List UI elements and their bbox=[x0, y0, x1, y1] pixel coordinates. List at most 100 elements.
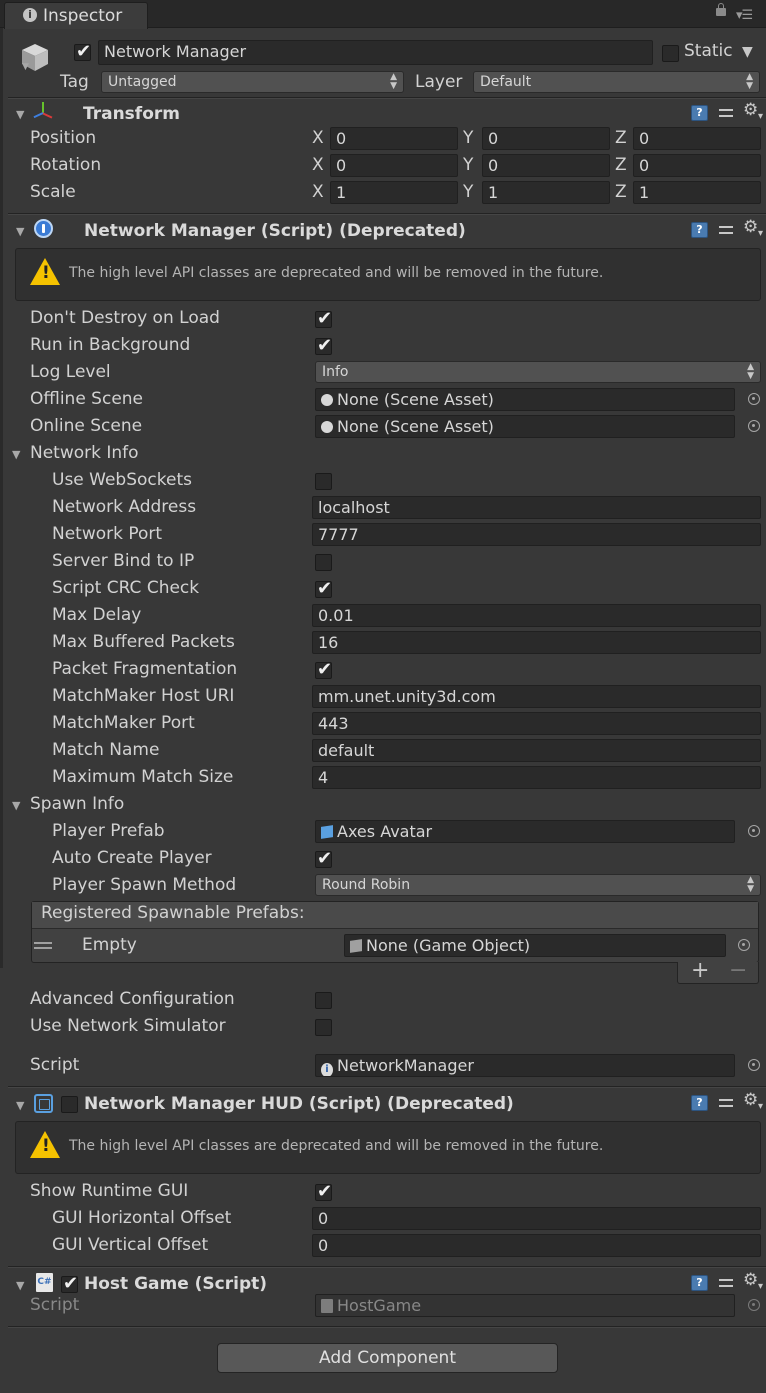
help-book-icon[interactable]: ? bbox=[691, 1275, 708, 1291]
preset-sliders-icon[interactable] bbox=[718, 1095, 734, 1111]
gear-icon[interactable]: ⚙ bbox=[743, 1090, 758, 1110]
rotation-x-label[interactable]: X bbox=[312, 155, 324, 175]
list-add-button[interactable]: + bbox=[691, 958, 709, 983]
network-address-label: Network Address bbox=[52, 497, 197, 517]
hud-foldout-icon[interactable]: ▼ bbox=[16, 1099, 24, 1112]
inspector-tab[interactable]: i Inspector bbox=[4, 2, 148, 29]
host-game-enabled-checkbox[interactable] bbox=[61, 1273, 78, 1294]
position-z-field[interactable]: 0 bbox=[633, 127, 761, 150]
network-manager-title: Network Manager (Script) (Deprecated) bbox=[84, 221, 466, 241]
add-component-button[interactable]: Add Component bbox=[217, 1343, 558, 1373]
rotation-x-field[interactable]: 0 bbox=[330, 154, 458, 177]
gameobject-icon-dropdown-icon[interactable]: ▼ bbox=[22, 62, 29, 72]
offline-scene-field[interactable]: None (Scene Asset) bbox=[315, 388, 735, 411]
max-delay-field[interactable]: 0.01 bbox=[312, 604, 761, 627]
use-websockets-checkbox[interactable] bbox=[315, 473, 332, 490]
object-picker-icon[interactable] bbox=[738, 939, 750, 951]
log-level-dropdown[interactable]: Info ▲ ▼ bbox=[315, 361, 761, 383]
position-x-field[interactable]: 0 bbox=[330, 127, 458, 150]
object-picker-icon[interactable] bbox=[748, 420, 760, 432]
position-y-label[interactable]: Y bbox=[463, 128, 473, 148]
advanced-config-checkbox[interactable] bbox=[315, 992, 332, 1009]
dont-destroy-checkbox[interactable] bbox=[315, 308, 332, 329]
position-y-field[interactable]: 0 bbox=[482, 127, 610, 150]
rotation-z-label[interactable]: Z bbox=[615, 155, 627, 175]
tag-dropdown[interactable]: Untagged ▲ ▼ bbox=[101, 71, 404, 93]
host-game-script-field: HostGame bbox=[315, 1294, 735, 1317]
spawn-info-label[interactable]: Spawn Info bbox=[30, 794, 124, 814]
scale-y-label[interactable]: Y bbox=[463, 182, 473, 202]
transform-foldout-icon[interactable]: ▼ bbox=[16, 108, 24, 121]
player-prefab-value: Axes Avatar bbox=[337, 822, 433, 841]
script-crc-checkbox[interactable] bbox=[315, 578, 332, 599]
position-z-label[interactable]: Z bbox=[615, 128, 627, 148]
network-manager-foldout-icon[interactable]: ▼ bbox=[16, 225, 24, 238]
static-checkbox[interactable] bbox=[662, 45, 679, 62]
player-prefab-field[interactable]: Axes Avatar bbox=[315, 820, 735, 843]
list-remove-button[interactable]: − bbox=[729, 958, 747, 983]
gui-v-offset-label: GUI Vertical Offset bbox=[52, 1235, 209, 1255]
network-info-label[interactable]: Network Info bbox=[30, 443, 139, 463]
show-runtime-gui-checkbox[interactable] bbox=[315, 1181, 332, 1202]
rotation-z-field[interactable]: 0 bbox=[633, 154, 761, 177]
gear-dropdown-icon[interactable]: ▾ bbox=[758, 1101, 763, 1112]
matchmaker-host-field[interactable]: mm.unet.unity3d.com bbox=[312, 685, 761, 708]
gear-dropdown-icon[interactable]: ▾ bbox=[758, 111, 763, 122]
rotation-y-field[interactable]: 0 bbox=[482, 154, 610, 177]
matchmaker-port-field[interactable]: 443 bbox=[312, 712, 761, 735]
gear-icon[interactable]: ⚙ bbox=[743, 217, 758, 237]
deprecation-warning-box: ! The high level API classes are depreca… bbox=[15, 248, 761, 301]
preset-sliders-icon[interactable] bbox=[718, 105, 734, 121]
object-picker-icon[interactable] bbox=[748, 825, 760, 837]
position-x-label[interactable]: X bbox=[312, 128, 324, 148]
max-match-size-field[interactable]: 4 bbox=[312, 766, 761, 789]
server-bind-checkbox[interactable] bbox=[315, 554, 332, 571]
player-spawn-method-dropdown[interactable]: Round Robin ▲ ▼ bbox=[315, 874, 761, 896]
gear-icon[interactable]: ⚙ bbox=[743, 100, 758, 120]
gui-v-offset-field[interactable]: 0 bbox=[312, 1234, 761, 1257]
spawn-info-foldout-icon[interactable]: ▼ bbox=[12, 799, 20, 812]
scale-z-label[interactable]: Z bbox=[615, 182, 627, 202]
online-scene-value: None (Scene Asset) bbox=[337, 417, 494, 436]
deprecation-warning-text: The high level API classes are deprecate… bbox=[69, 265, 604, 281]
hud-enabled-checkbox[interactable] bbox=[61, 1096, 78, 1113]
preset-sliders-icon[interactable] bbox=[718, 222, 734, 238]
help-book-icon[interactable]: ? bbox=[691, 1095, 708, 1111]
packet-fragmentation-checkbox[interactable] bbox=[315, 659, 332, 680]
object-picker-icon[interactable] bbox=[748, 1059, 760, 1071]
gear-dropdown-icon[interactable]: ▾ bbox=[758, 1281, 763, 1292]
network-port-field[interactable]: 7777 bbox=[312, 523, 761, 546]
rotation-y-label[interactable]: Y bbox=[463, 155, 473, 175]
scale-x-label[interactable]: X bbox=[312, 182, 324, 202]
gear-dropdown-icon[interactable]: ▾ bbox=[758, 228, 763, 239]
help-book-icon[interactable]: ? bbox=[691, 105, 708, 121]
match-name-field[interactable]: default bbox=[312, 739, 761, 762]
network-info-foldout-icon[interactable]: ▼ bbox=[12, 448, 20, 461]
object-picker-icon[interactable] bbox=[748, 393, 760, 405]
help-book-icon[interactable]: ? bbox=[691, 222, 708, 238]
scale-z-field[interactable]: 1 bbox=[633, 181, 761, 204]
run-in-background-checkbox[interactable] bbox=[315, 335, 332, 356]
drag-handle-icon[interactable] bbox=[34, 942, 52, 949]
script-crc-label: Script CRC Check bbox=[52, 578, 200, 598]
network-address-field[interactable]: localhost bbox=[312, 496, 761, 519]
static-dropdown-icon[interactable]: ▼ bbox=[742, 44, 753, 60]
gui-h-offset-field[interactable]: 0 bbox=[312, 1207, 761, 1230]
online-scene-field[interactable]: None (Scene Asset) bbox=[315, 415, 735, 438]
network-simulator-checkbox[interactable] bbox=[315, 1019, 332, 1036]
gameobject-name-field[interactable]: Network Manager bbox=[98, 40, 653, 65]
preset-sliders-icon[interactable] bbox=[718, 1275, 734, 1291]
gameobject-active-checkbox[interactable] bbox=[74, 41, 91, 62]
scale-y-field[interactable]: 1 bbox=[482, 181, 610, 204]
lock-icon[interactable] bbox=[716, 3, 726, 16]
auto-create-player-checkbox[interactable] bbox=[315, 848, 332, 869]
registered-item-field[interactable]: None (Game Object) bbox=[344, 934, 726, 957]
scale-x-field[interactable]: 1 bbox=[330, 181, 458, 204]
script-field[interactable]: i NetworkManager bbox=[315, 1054, 735, 1077]
menu-icon[interactable]: ▾☰ bbox=[736, 8, 753, 23]
max-buffered-field[interactable]: 16 bbox=[312, 631, 761, 654]
player-prefab-label: Player Prefab bbox=[52, 821, 165, 841]
host-game-foldout-icon[interactable]: ▼ bbox=[16, 1279, 24, 1292]
layer-dropdown[interactable]: Default ▲ ▼ bbox=[473, 71, 760, 93]
gear-icon[interactable]: ⚙ bbox=[743, 1270, 758, 1290]
